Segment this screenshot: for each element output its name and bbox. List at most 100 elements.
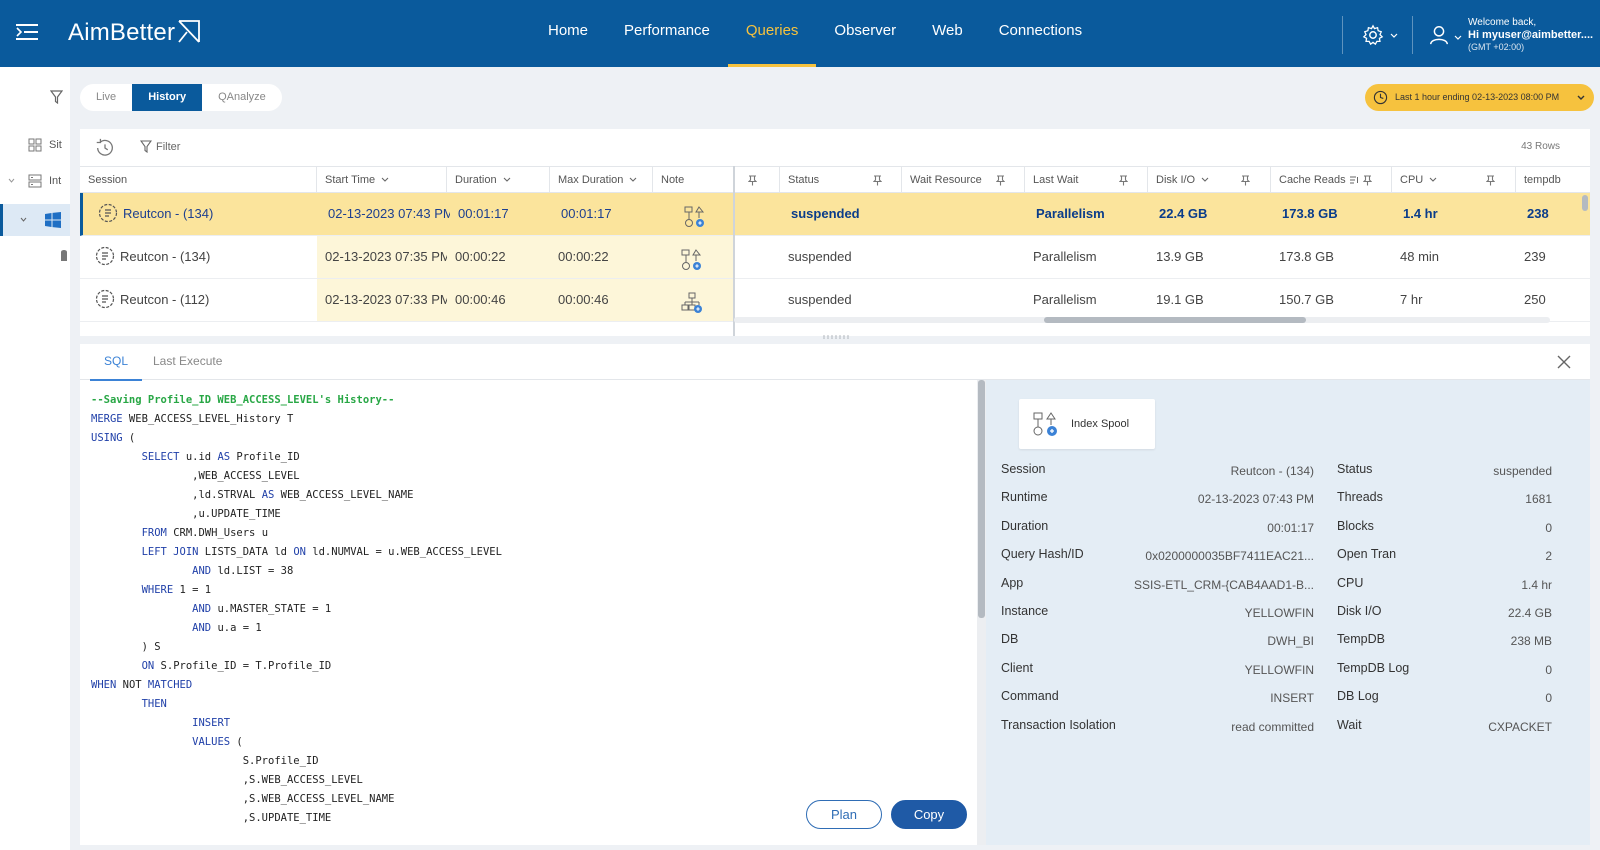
info-field-query-hash-id: Query Hash/ID 0x0200000035BF7411EAC21... [1001,547,1314,567]
tab-sql[interactable]: SQL [89,354,143,381]
info-field-runtime: Runtime 02-13-2023 07:43 PM [1001,490,1314,510]
index-spool-icon[interactable] [681,246,703,270]
plan-button[interactable]: Plan [806,800,882,829]
top-bar: AimBetter Home Performance Queries Observer… [0,0,1600,67]
sql-code-view[interactable]: --Saving Profile_ID WEB_ACCESS_LEVEL's H… [80,380,978,845]
status-cell: suspended [780,279,902,321]
rail-item-instances[interactable]: Int [0,166,70,196]
pin-icon[interactable] [1118,175,1129,186]
code-line: SELECT u.id AS Profile_ID [91,448,978,467]
column-header-note[interactable]: Note [653,167,735,193]
rail-item-database[interactable] [61,249,67,263]
nav-web[interactable]: Web [914,0,981,67]
pin-icon[interactable] [1362,175,1373,186]
pin-icon[interactable] [995,175,1006,186]
grid-header: Session Start Time Duration Max Duration Not… [80,166,1590,193]
chevron-down-icon[interactable] [1390,32,1398,40]
column-header-disk-i-o[interactable]: Disk I/O [1148,167,1271,193]
column-header-cache-reads[interactable]: Cache Reads [1271,167,1392,193]
cpu-cell-value: 7 hr [1400,292,1423,307]
chevron-down-icon[interactable] [1429,168,1437,182]
session-cell: Reutcon - (134) [80,236,317,278]
column-header-max-duration[interactable]: Max Duration [550,167,653,193]
user-icon[interactable] [1428,24,1450,46]
chevron-down-icon[interactable] [8,177,15,184]
note-cell[interactable] [656,193,738,235]
info-value: DWH_BI [1267,634,1314,649]
pin-icon[interactable] [747,175,758,186]
column-header-session[interactable]: Session [80,167,317,193]
history-icon[interactable] [94,137,116,159]
chevron-down-icon[interactable] [1201,168,1209,182]
filter-button[interactable]: Filter [139,140,180,154]
plan-tree-icon[interactable] [681,289,703,313]
chevron-down-icon[interactable] [503,168,511,182]
mode-tab-qanalyze[interactable]: QAnalyze [202,84,282,111]
table-row[interactable]: Reutcon - (112) 02-13-2023 07:33 PM 00:00:… [80,279,1590,322]
info-field-tempdb-log: TempDB Log 0 [1337,661,1552,681]
nav-observer[interactable]: Observer [816,0,914,67]
sort-lines-icon[interactable] [1346,174,1359,186]
column-header-duration[interactable]: Duration [447,167,550,193]
index-spool-icon[interactable] [684,203,706,227]
close-icon[interactable] [1556,354,1572,370]
session-icon [94,246,120,266]
pin-column[interactable] [735,167,780,193]
column-label: Wait Resource [910,174,982,186]
column-header-status[interactable]: Status [780,167,902,193]
code-scrollbar[interactable] [977,380,986,845]
cache-reads-cell: 173.8 GB [1271,236,1392,278]
tab-last-execute[interactable]: Last Execute [153,354,222,368]
nav-connections[interactable]: Connections [981,0,1100,67]
code-token: AS [217,451,231,463]
mode-tab-history[interactable]: History [132,84,203,111]
resize-handle[interactable] [822,335,850,339]
copy-button[interactable]: Copy [891,800,967,829]
code-token: AND [192,622,212,634]
left-rail: Sit Int [0,67,70,850]
tempdb-cell-value: 238 [1527,206,1549,221]
menu-toggle-icon[interactable] [16,22,40,42]
horizontal-scrollbar[interactable] [734,317,1550,323]
rail-item-sites[interactable]: Sit [0,130,70,160]
last-wait-cell-value: Parallelism [1036,206,1105,221]
column-header-cpu[interactable]: CPU [1392,167,1516,193]
code-line: ON S.Profile_ID = T.Profile_ID [91,657,978,676]
pin-icon[interactable] [1240,175,1251,186]
time-range-selector[interactable]: Last 1 hour ending 02-13-2023 08:00 PM [1365,84,1594,111]
info-field-command: Command INSERT [1001,689,1314,709]
scrollbar-thumb[interactable] [978,380,985,618]
note-cell[interactable] [653,236,735,278]
chevron-down-icon[interactable] [20,216,27,223]
code-token: AND [192,565,212,577]
info-value: 0 [1545,520,1552,535]
pin-icon[interactable] [872,175,883,186]
chevron-down-icon[interactable] [1454,34,1462,42]
filter-icon[interactable] [50,90,63,104]
rail-item-windows-server[interactable] [0,204,70,236]
column-header-wait-resource[interactable]: Wait Resource [902,167,1025,193]
column-header-last-wait[interactable]: Last Wait [1025,167,1148,193]
nav-home[interactable]: Home [530,0,606,67]
vertical-scrollbar-thumb[interactable] [1582,195,1588,211]
nav-performance[interactable]: Performance [606,0,728,67]
user-welcome[interactable]: Welcome back, Hi myuser@aimbetter.... (G… [1468,17,1593,53]
nav-queries[interactable]: Queries [727,0,817,67]
note-cell[interactable] [653,279,735,321]
operator-card[interactable]: Index Spool [1019,399,1155,449]
column-label: Duration [455,174,497,186]
column-header-tempdb[interactable]: tempdb [1516,167,1590,193]
table-row[interactable]: Reutcon - (134) 02-13-2023 07:43 PM 00:01:… [80,193,1590,236]
gear-icon[interactable] [1362,24,1384,46]
info-label: Query Hash/ID [1001,547,1084,562]
mode-tab-live[interactable]: Live [80,84,132,111]
column-header-start-time[interactable]: Start Time [317,167,447,193]
app-logo[interactable]: AimBetter [68,18,201,47]
chevron-down-icon[interactable] [629,168,637,182]
max-duration-cell-value: 00:00:46 [558,292,609,307]
table-row[interactable]: Reutcon - (134) 02-13-2023 07:35 PM 00:00:… [80,236,1590,279]
wait-resource-cell [902,236,1025,278]
scrollbar-thumb[interactable] [1044,317,1306,323]
chevron-down-icon[interactable] [381,168,389,182]
pin-icon[interactable] [1485,175,1496,186]
